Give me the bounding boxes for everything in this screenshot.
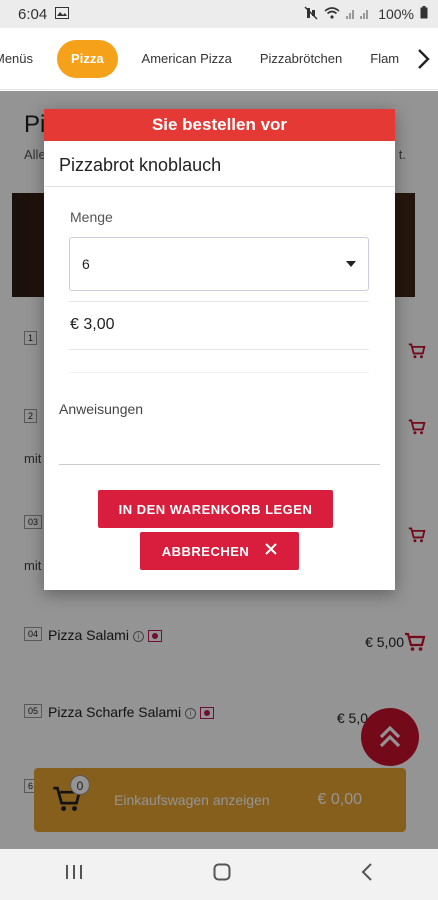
tab-pizza[interactable]: Pizza	[57, 39, 118, 78]
product-name: Pizzabrot knoblauch	[44, 141, 395, 187]
home-icon[interactable]	[213, 863, 231, 886]
cancel-label: ABBRECHEN	[161, 543, 250, 559]
product-price: € 3,00	[70, 316, 115, 333]
status-bar: 6:04 100%	[0, 0, 438, 28]
divider	[69, 372, 369, 373]
chevron-right-icon[interactable]	[410, 38, 438, 80]
system-nav-bar	[0, 849, 438, 900]
back-icon[interactable]	[361, 863, 373, 886]
instructions-label: Anweisungen	[59, 401, 144, 417]
instructions-input[interactable]	[59, 464, 380, 465]
caret-down-icon	[346, 261, 356, 267]
tab-pizzabroetchen[interactable]: Pizzabrötchen	[246, 51, 356, 66]
category-nav: Menüs Pizza American Pizza Pizzabrötchen…	[0, 28, 438, 90]
add-to-cart-button[interactable]: IN DEN WARENKORB LEGEN	[98, 490, 333, 528]
quantity-select[interactable]: 6	[69, 237, 369, 291]
wifi-icon	[324, 6, 340, 22]
tab-american-pizza[interactable]: American Pizza	[128, 51, 246, 66]
modal-header: Sie bestellen vor	[44, 109, 395, 141]
tab-flammkuchen[interactable]: Flam	[356, 51, 413, 66]
tab-menues[interactable]: Menüs	[0, 51, 47, 66]
mute-icon	[304, 6, 318, 23]
signal-icon	[346, 6, 372, 22]
gallery-icon	[55, 6, 70, 22]
status-time: 6:04	[18, 5, 48, 23]
battery-icon	[420, 6, 428, 22]
quantity-value: 6	[82, 256, 90, 272]
close-icon	[265, 542, 277, 560]
divider	[69, 301, 369, 302]
cancel-button[interactable]: ABBRECHEN	[140, 532, 299, 570]
divider	[69, 349, 369, 350]
order-modal: Sie bestellen vor Pizzabrot knoblauch Me…	[44, 109, 395, 590]
recent-apps-icon[interactable]	[65, 864, 83, 885]
battery-percent: 100%	[378, 6, 414, 22]
quantity-label: Menge	[70, 209, 113, 225]
